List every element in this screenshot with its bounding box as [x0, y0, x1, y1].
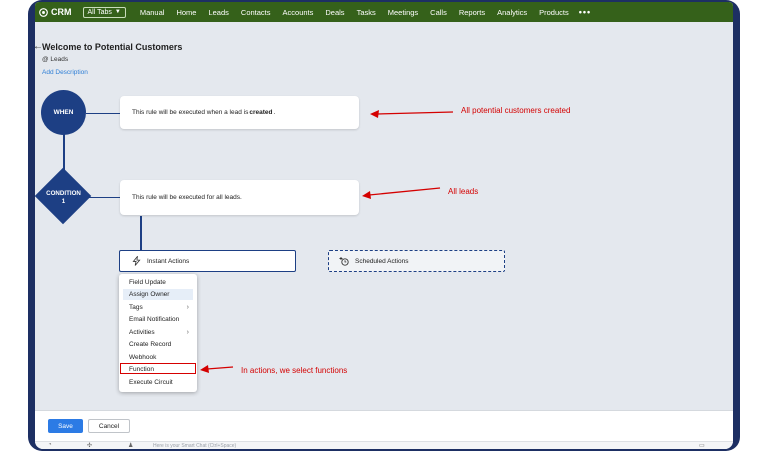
- footer-bar: Save Cancel: [35, 410, 733, 442]
- arrow-head: [362, 191, 371, 199]
- chat-icon[interactable]: ◔: [48, 442, 52, 448]
- save-button[interactable]: Save: [48, 419, 83, 433]
- annotation-function: In actions, we select functions: [241, 366, 348, 375]
- smart-chat-input[interactable]: Here is your Smart Chat (Ctrl+Space): [153, 443, 236, 449]
- arrow-to-when-card: [376, 111, 454, 115]
- arrow-to-function: [206, 366, 234, 370]
- arrow-head: [200, 365, 209, 373]
- arrow-head: [370, 110, 379, 118]
- annotation-leads: All leads: [448, 187, 479, 196]
- annotation-arrows: [200, 110, 454, 373]
- channels-icon[interactable]: ✣: [87, 442, 92, 449]
- cancel-button[interactable]: Cancel: [88, 419, 130, 433]
- annotation-created: All potential customers created: [461, 106, 571, 115]
- app-screen: CRM All Tabs ▼ Manual Home Leads Contact…: [35, 2, 733, 449]
- chat-window-icon[interactable]: ▭: [699, 442, 705, 449]
- contacts-icon[interactable]: ♟: [128, 442, 133, 449]
- arrow-to-condition-card: [368, 187, 441, 196]
- smart-chat-bar: ◔ ✣ ♟ Here is your Smart Chat (Ctrl+Spac…: [35, 441, 733, 449]
